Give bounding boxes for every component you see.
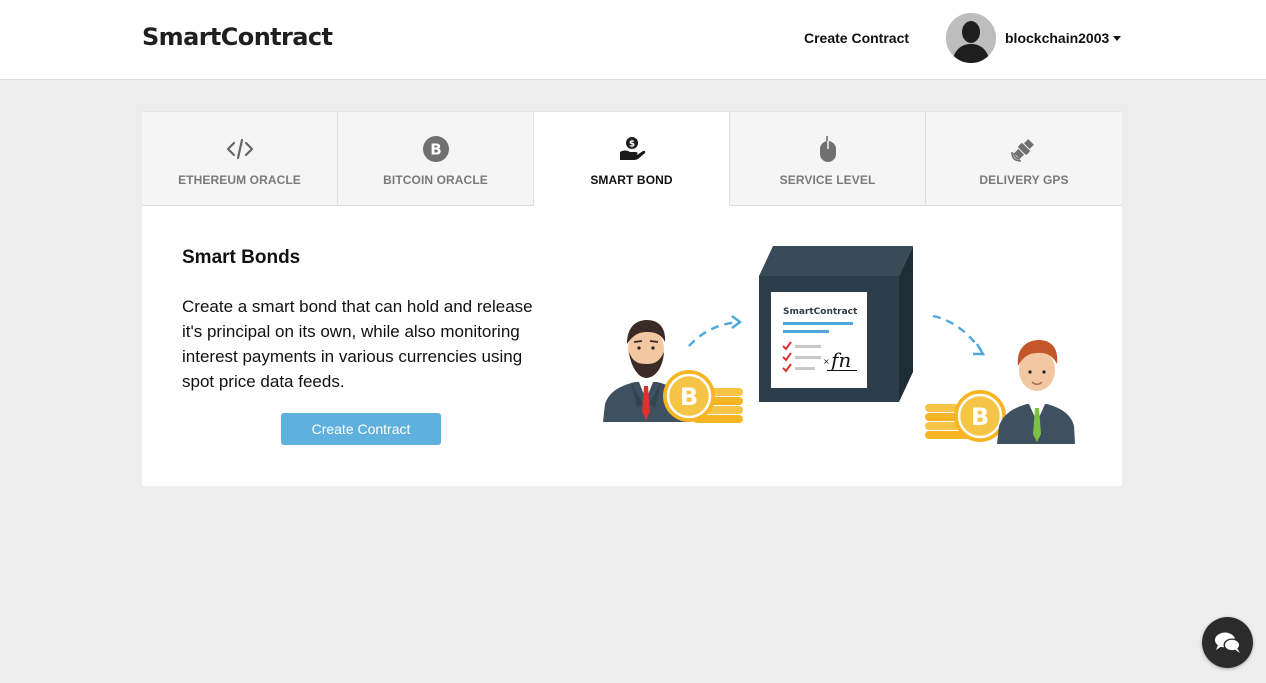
chat-widget-button[interactable] <box>1202 617 1253 668</box>
logo[interactable]: SmartContract <box>142 23 333 51</box>
coin-stack: B <box>925 390 1006 442</box>
tab-label: ETHEREUM ORACLE <box>178 173 301 187</box>
tab-smart-bond[interactable]: $ SMART BOND <box>534 111 730 206</box>
svg-text:B: B <box>971 403 989 431</box>
tab-label: SMART BOND <box>590 173 673 187</box>
top-navbar: SmartContract Create Contract blockchain… <box>0 0 1266 80</box>
contract-type-card: ETHEREUM ORACLE B BITCOIN ORACLE $ SMART… <box>142 111 1122 486</box>
tab-service-level[interactable]: SERVICE LEVEL <box>730 111 926 206</box>
username[interactable]: blockchain2003 <box>1005 30 1109 46</box>
hand-coin-icon: $ <box>617 134 647 164</box>
recipient-illustration <box>997 340 1075 444</box>
bitcoin-icon: B <box>421 134 451 164</box>
section-title: Smart Bonds <box>182 247 301 268</box>
coin-stack: B <box>663 370 743 423</box>
contract-box: SmartContract × fn <box>759 246 913 402</box>
tab-label: BITCOIN ORACLE <box>383 173 488 187</box>
svg-text:fn: fn <box>829 348 851 372</box>
svg-text:×: × <box>823 357 830 366</box>
svg-text:SmartContract: SmartContract <box>783 307 858 317</box>
user-menu[interactable]: blockchain2003 <box>946 13 1122 63</box>
mouse-icon <box>813 134 843 164</box>
tab-ethereum-oracle[interactable]: ETHEREUM ORACLE <box>142 111 338 206</box>
svg-text:B: B <box>430 141 441 159</box>
code-icon <box>225 134 255 164</box>
svg-text:$: $ <box>628 140 634 150</box>
avatar[interactable] <box>946 13 996 63</box>
section-description: Create a smart bond that can hold and re… <box>182 297 533 391</box>
nav-create-contract-link[interactable]: Create Contract <box>804 30 909 46</box>
svg-text:B: B <box>680 383 698 411</box>
tab-delivery-gps[interactable]: DELIVERY GPS <box>926 111 1122 206</box>
smart-bond-illustration: B SmartContract × fn B <box>603 246 1075 444</box>
tab-bitcoin-oracle[interactable]: B BITCOIN ORACLE <box>338 111 534 206</box>
satellite-icon <box>1009 134 1039 164</box>
tab-label: SERVICE LEVEL <box>779 173 876 187</box>
chevron-down-icon[interactable] <box>1113 35 1122 41</box>
user-silhouette-icon <box>946 13 996 63</box>
contract-type-tabs: ETHEREUM ORACLE B BITCOIN ORACLE $ SMART… <box>142 111 1122 206</box>
chat-bubbles-icon <box>1214 632 1240 653</box>
create-contract-button[interactable]: Create Contract <box>281 413 441 445</box>
tab-label: DELIVERY GPS <box>979 173 1069 187</box>
